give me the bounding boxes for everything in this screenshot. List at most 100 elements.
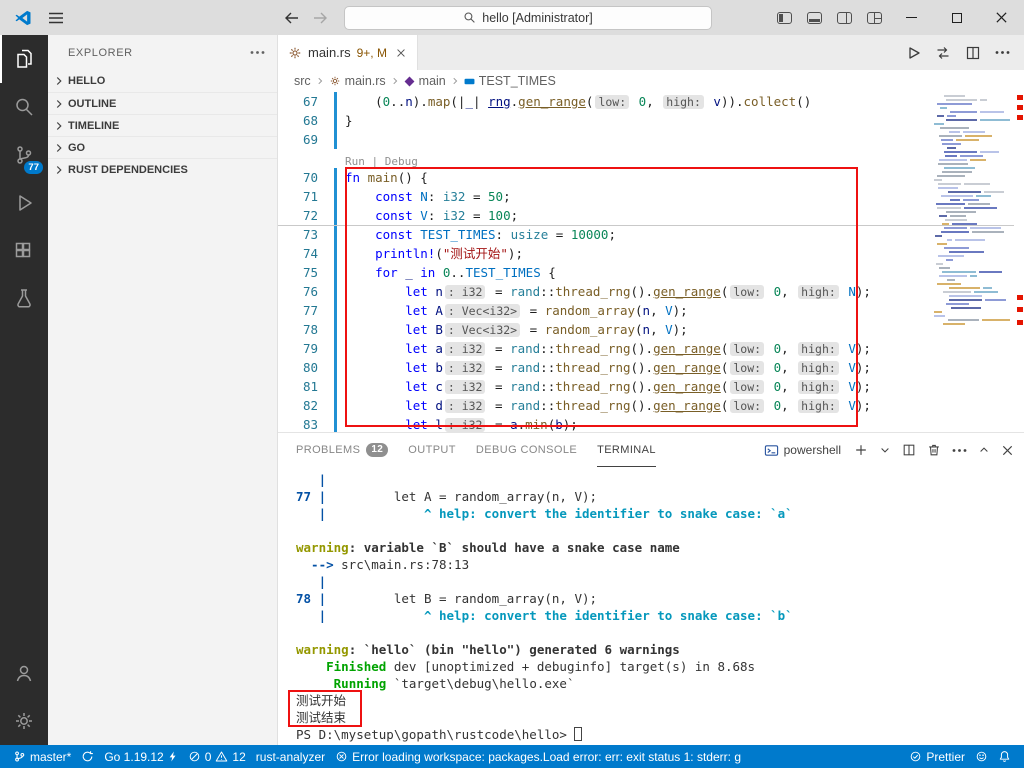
panel-tab-label: DEBUG CONSOLE — [475, 443, 578, 456]
rust-analyzer-status[interactable]: rust-analyzer — [251, 745, 330, 768]
breadcrumb-item-main[interactable]: main — [404, 74, 446, 88]
code-token: .. — [450, 265, 466, 280]
minimap-line — [945, 155, 1010, 157]
code-text: let c: i32 = rand::thread_rng().gen_rang… — [337, 377, 871, 396]
breadcrumb-item-test-times[interactable]: TEST_TIMES — [464, 74, 556, 88]
panel-tab-problems[interactable]: PROBLEMS 12 — [296, 433, 389, 467]
activity-settings[interactable] — [0, 697, 48, 745]
code-token: )). — [720, 94, 744, 109]
panel-more-button[interactable] — [952, 448, 967, 453]
go-version-status[interactable]: Go 1.19.12 — [99, 745, 182, 768]
workspace-error-status[interactable]: Error loading workspace: packages.Load e… — [330, 745, 746, 768]
sidebar-section-timeline[interactable]: TIMELINE — [48, 114, 277, 136]
customize-layout-button[interactable] — [859, 0, 889, 35]
code-token: ); — [855, 360, 871, 375]
panel-tab-output[interactable]: OUTPUT — [408, 433, 456, 467]
error-mark — [1017, 105, 1023, 110]
run-debug-icon — [19, 195, 32, 211]
chevron-right-icon — [52, 97, 66, 111]
tab-main-rs[interactable]: main.rs 9+, M — [278, 35, 418, 70]
forward-button[interactable] — [312, 11, 328, 25]
panel-tab-terminal[interactable]: TERMINAL — [597, 433, 656, 467]
status-bar-right: Prettier — [904, 750, 1016, 764]
back-button[interactable] — [284, 11, 300, 25]
more-actions-icon[interactable] — [250, 50, 265, 55]
activity-source-control[interactable]: 77 — [0, 131, 48, 179]
breadcrumb-item-src[interactable]: src — [294, 74, 311, 88]
open-changes-icon — [937, 46, 949, 59]
close-window-button[interactable] — [979, 0, 1024, 35]
activity-run-debug[interactable] — [0, 179, 48, 227]
sidebar-section-hello[interactable]: HELLO — [48, 70, 277, 92]
code-token: rng — [488, 94, 511, 109]
activity-testing[interactable] — [0, 275, 48, 323]
code-editor[interactable]: 67 (0..n).map(|_| rng.gen_range(low: 0, … — [278, 92, 1024, 432]
code-token: () — [796, 94, 812, 109]
menu-icon[interactable] — [48, 11, 64, 25]
terminal-line: Running `target\debug\hello.exe` — [296, 675, 1024, 692]
code-token: rand — [510, 379, 541, 394]
terminal-dropdown-button[interactable] — [879, 444, 891, 456]
more-actions-button[interactable] — [995, 50, 1010, 55]
code-token: = — [487, 360, 511, 375]
code-text: Run | Debug — [337, 149, 418, 168]
inlay-hint: high: — [798, 342, 839, 356]
code-line: 82 let d: i32 = rand::thread_rng().gen_r… — [278, 396, 1024, 415]
maximize-panel-button[interactable] — [978, 444, 990, 456]
scm-badge: 77 — [24, 160, 43, 174]
terminal[interactable]: | 77 | let A = random_array(n, V); | ^ he… — [278, 467, 1024, 745]
prettier-status[interactable]: Prettier — [904, 750, 970, 764]
close-tab-icon[interactable] — [395, 47, 407, 59]
terminal-token: Running — [333, 676, 387, 691]
activity-account[interactable] — [0, 649, 48, 697]
notifications-bell[interactable] — [993, 750, 1016, 763]
problems-status[interactable]: 0 12 — [183, 745, 251, 768]
inlay-hint: low: — [730, 285, 765, 299]
split-editor-button[interactable] — [965, 45, 981, 61]
close-icon — [1002, 445, 1013, 455]
toggle-sidebar-button[interactable] — [769, 0, 799, 35]
minimap-line — [950, 111, 1010, 113]
chevron-up-icon — [980, 447, 988, 452]
minimap[interactable] — [934, 95, 1010, 327]
codelens-action[interactable]: Run — [345, 155, 365, 168]
sidebar-section-outline[interactable]: OUTLINE — [48, 92, 277, 114]
feedback-button[interactable] — [970, 750, 993, 763]
sync-status[interactable] — [76, 745, 99, 768]
breadcrumb-item-main-rs[interactable]: main.rs — [329, 74, 386, 88]
run-button[interactable] — [905, 45, 921, 61]
activity-extensions[interactable] — [0, 227, 48, 275]
sidebar-section-rust-dependencies[interactable]: RUST DEPENDENCIES — [48, 158, 277, 180]
minimap-line — [937, 243, 1010, 245]
code-token: n — [642, 303, 651, 318]
terminal-token: Finished — [326, 659, 387, 674]
command-center-search[interactable]: hello [Administrator] — [344, 5, 712, 30]
maximize-button[interactable] — [934, 0, 979, 35]
close-panel-button[interactable] — [1001, 444, 1014, 457]
panel-tab-debug-console[interactable]: DEBUG CONSOLE — [476, 433, 577, 467]
minimap-line — [943, 291, 1010, 293]
code-token: , — [781, 379, 797, 394]
toggle-secondary-sidebar-button[interactable] — [829, 0, 859, 35]
files-icon — [17, 49, 32, 68]
activity-explorer[interactable] — [0, 35, 48, 83]
branch-status[interactable]: master* — [8, 745, 76, 768]
warning-count: 12 — [232, 749, 246, 764]
kill-terminal-button[interactable] — [927, 443, 941, 457]
split-terminal-button[interactable] — [902, 443, 916, 457]
code-token: b — [555, 417, 563, 432]
terminal-profile[interactable]: powershell — [764, 443, 841, 458]
sidebar-section-go[interactable]: GO — [48, 136, 277, 158]
new-terminal-button[interactable] — [854, 443, 868, 457]
code-token: println! — [375, 246, 436, 261]
inlay-hint: high: — [798, 380, 839, 394]
code-token: let — [405, 303, 428, 318]
minimize-button[interactable] — [889, 0, 934, 35]
activity-search[interactable] — [0, 83, 48, 131]
toggle-panel-button[interactable] — [799, 0, 829, 35]
codelens-action[interactable]: Debug — [385, 155, 418, 168]
open-changes-button[interactable] — [935, 45, 951, 61]
code-token: = — [487, 398, 511, 413]
